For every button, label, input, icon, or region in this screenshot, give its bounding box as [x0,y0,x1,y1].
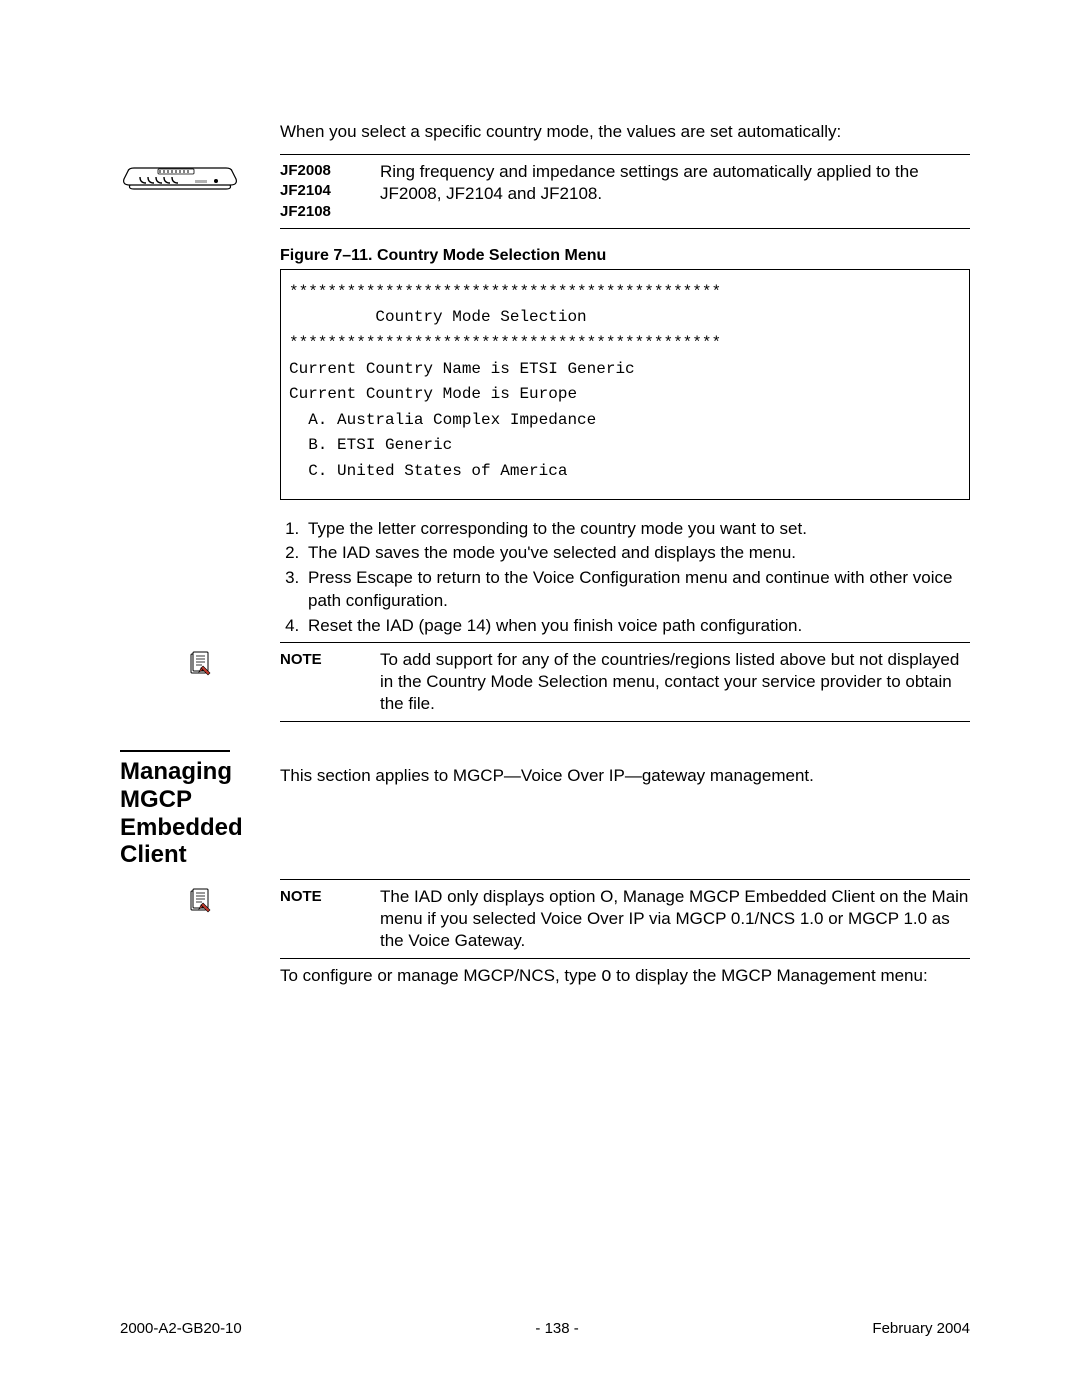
body-paragraph: To configure or manage MGCP/NCS, type O … [280,965,970,990]
figure-caption: Figure 7–11. Country Mode Selection Menu [280,247,970,265]
divider [280,721,970,722]
note-text: To add support for any of the countries/… [360,649,970,715]
step-list: Type the letter corresponding to the cou… [280,518,970,639]
note-label: NOTE [280,886,360,905]
device-icon-cell [120,161,280,198]
device-model: JF2008 [280,161,360,181]
note-icon [188,651,212,677]
step-item: Type the letter corresponding to the cou… [304,518,970,541]
page-footer: 2000-A2-GB20-10 - 138 - February 2004 [120,1320,970,1337]
device-model: JF2108 [280,202,360,222]
step-item: The IAD saves the mode you've selected a… [304,542,970,565]
device-description: Ring frequency and impedance settings ar… [360,161,970,205]
note-icon [188,888,212,914]
heading-rule [120,750,230,752]
section-heading: Managing MGCP Embedded Client [120,758,280,868]
divider [280,958,970,959]
divider [280,228,970,229]
note-label: NOTE [280,649,360,668]
device-model: JF2104 [280,181,360,201]
footer-page-number: - 138 - [535,1320,578,1337]
device-note-row: JF2008 JF2104 JF2108 Ring frequency and … [120,155,970,228]
router-device-icon [120,163,240,193]
footer-doc-id: 2000-A2-GB20-10 [120,1320,242,1337]
note-text: The IAD only displays option O, Manage M… [360,886,970,952]
note-block: NOTE To add support for any of the count… [120,643,970,721]
terminal-menu-box: ****************************************… [280,269,970,500]
page: When you select a specific country mode,… [0,0,1080,1397]
intro-text: When you select a specific country mode,… [280,122,970,142]
footer-date: February 2004 [872,1320,970,1337]
section-intro: This section applies to MGCP—Voice Over … [280,750,970,786]
body-text-pre: To configure or manage MGCP/NCS, type [280,966,601,985]
device-model-list: JF2008 JF2104 JF2108 [280,161,360,222]
step-item: Press Escape to return to the Voice Conf… [304,567,970,613]
keypress-key: O [601,968,611,987]
note-block: NOTE The IAD only displays option O, Man… [120,880,970,958]
body-text-post: to display the MGCP Management menu: [611,966,927,985]
section-row: Managing MGCP Embedded Client This secti… [120,750,970,868]
step-item: Reset the IAD (page 14) when you finish … [304,615,970,638]
